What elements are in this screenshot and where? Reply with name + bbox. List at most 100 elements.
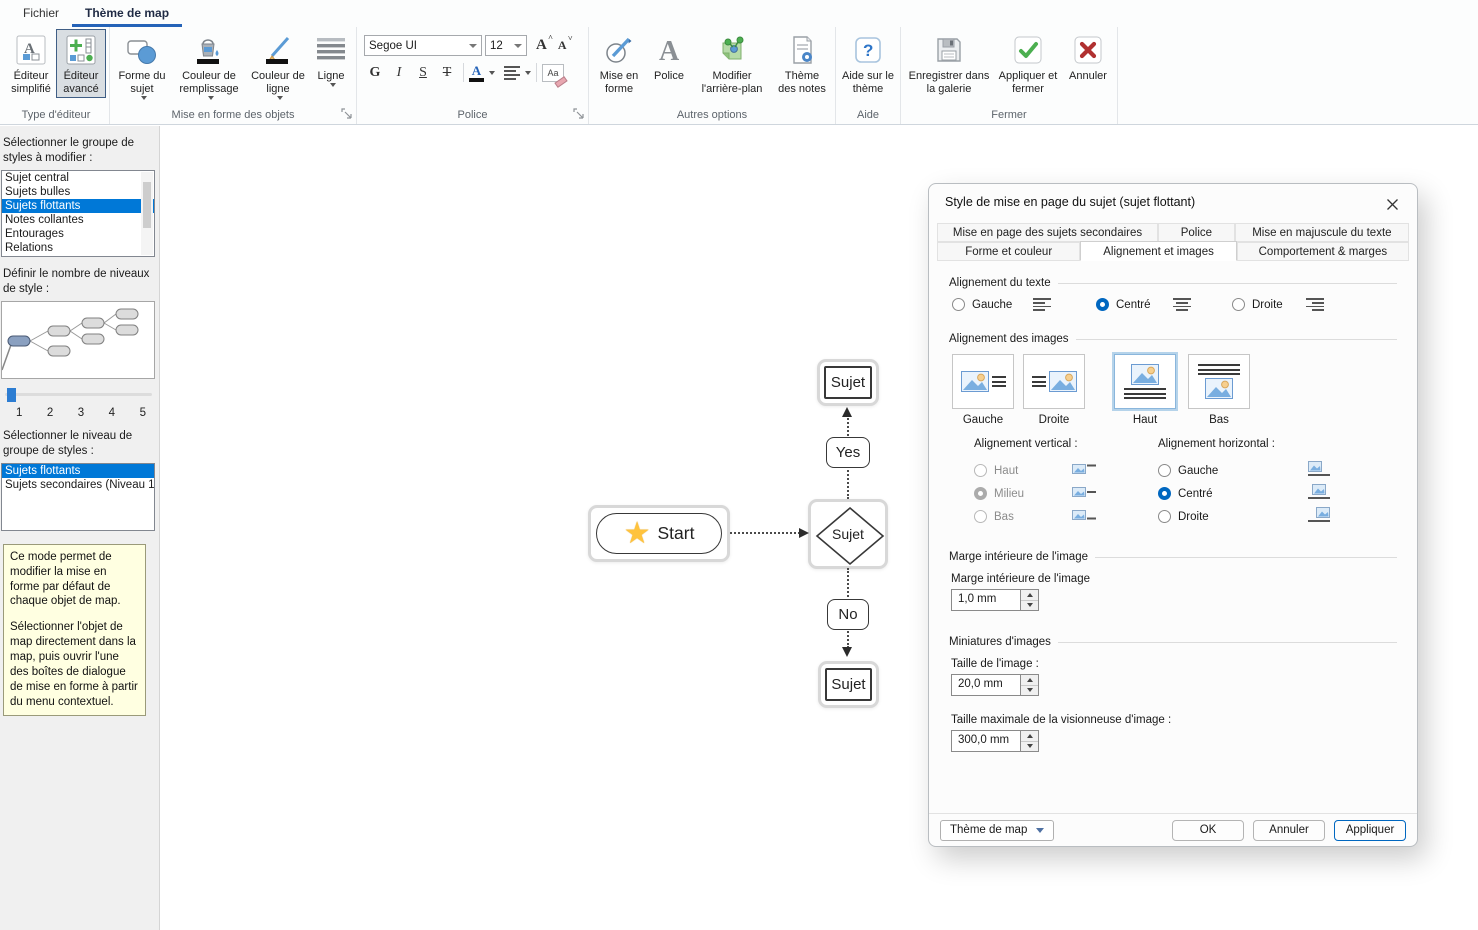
slider-thumb[interactable] [7, 388, 16, 402]
scrollbar-thumb[interactable] [143, 182, 151, 228]
radio-vertical-middle[interactable]: Milieu [974, 482, 1134, 505]
editor-advanced-button[interactable]: Éditeur avancé [56, 29, 106, 98]
callout-yes[interactable]: Yes [826, 437, 870, 468]
image-align-right-option[interactable]: Droite [1022, 354, 1086, 426]
radio-icon-disabled-checked[interactable] [974, 487, 987, 500]
cancel-button[interactable]: Annuler [1253, 820, 1325, 841]
list-item-selected[interactable]: Sujets flottants [2, 464, 154, 478]
list-item-selected[interactable]: Sujets flottants [2, 199, 154, 213]
tab-theme-de-map[interactable]: Thème de map [72, 0, 182, 27]
apply-close-button[interactable]: Appliquer et fermer [994, 29, 1062, 98]
format-button[interactable]: Mise en forme [592, 29, 646, 98]
spin-down-button[interactable] [1021, 601, 1038, 611]
ok-button[interactable]: OK [1172, 820, 1244, 841]
scrollbar[interactable] [141, 172, 153, 255]
image-align-right-button[interactable] [1023, 354, 1085, 409]
list-item[interactable]: Sujets bulles [2, 185, 154, 199]
image-margin-spinner[interactable]: 1,0 mm [951, 589, 1039, 611]
strikethrough-button[interactable]: T [436, 62, 458, 83]
spin-up-button[interactable] [1021, 675, 1038, 686]
notes-theme-button[interactable]: Thème des notes [772, 29, 832, 98]
tab-capitalization[interactable]: Mise en majuscule du texte [1235, 223, 1409, 242]
radio-icon-disabled[interactable] [974, 510, 987, 523]
line-button[interactable]: Ligne [309, 29, 353, 89]
font-size-combobox[interactable]: 12 [485, 35, 527, 56]
list-item[interactable]: Notes collantes [2, 213, 154, 227]
radio-vertical-bottom[interactable]: Bas [974, 505, 1134, 528]
clear-formatting-button[interactable]: Aa [542, 64, 564, 82]
radio-icon[interactable] [952, 298, 965, 311]
shrink-font-button[interactable]: A˅ [558, 38, 567, 53]
radio-text-align-center[interactable]: Centré [1096, 298, 1232, 311]
list-item[interactable]: Sujet central [2, 171, 154, 185]
tab-shape-color[interactable]: Forme et couleur [937, 242, 1080, 261]
tab-behavior-margins[interactable]: Comportement & marges [1237, 242, 1409, 261]
connector-start-decision[interactable] [730, 532, 800, 534]
topic-node-bottom[interactable]: Sujet [818, 661, 879, 708]
text-align-button[interactable] [504, 66, 520, 80]
topic-node-top[interactable]: Sujet [817, 359, 879, 406]
radio-vertical-top[interactable]: Haut [974, 459, 1134, 482]
viewer-max-size-spinner[interactable]: 300,0 mm [951, 730, 1039, 752]
underline-button[interactable]: S [412, 62, 434, 83]
radio-icon-disabled[interactable] [974, 464, 987, 477]
image-align-left-option[interactable]: Gauche [951, 354, 1015, 426]
spin-up-button[interactable] [1021, 590, 1038, 601]
list-item[interactable]: Relations [2, 241, 154, 255]
theme-de-map-dropdown[interactable]: Thème de map [940, 820, 1054, 841]
background-button[interactable]: Modifier l'arrière-plan [692, 29, 772, 98]
spinner-value[interactable]: 300,0 mm [951, 730, 1021, 752]
start-node[interactable]: ★ Start [588, 505, 730, 562]
save-gallery-button[interactable]: Enregistrer dans la galerie [904, 29, 994, 98]
style-group-listbox[interactable]: Sujet central Sujets bulles Sujets flott… [1, 170, 155, 257]
tab-police[interactable]: Police [1158, 223, 1235, 242]
image-align-left-button[interactable] [952, 354, 1014, 409]
cancel-button[interactable]: Annuler [1062, 29, 1114, 85]
radio-icon[interactable] [1232, 298, 1245, 311]
image-align-bottom-option[interactable]: Bas [1187, 354, 1251, 426]
spinner-value[interactable]: 1,0 mm [951, 589, 1021, 611]
slider-track[interactable] [5, 393, 152, 396]
spinner-value[interactable]: 20,0 mm [951, 674, 1021, 696]
spin-down-button[interactable] [1021, 686, 1038, 696]
image-align-top-option[interactable]: Haut [1113, 354, 1177, 426]
radio-icon-checked[interactable] [1158, 487, 1171, 500]
dialog-launcher-icon[interactable] [341, 108, 353, 120]
image-size-spinner[interactable]: 20,0 mm [951, 674, 1039, 696]
grow-font-button[interactable]: A˄ [536, 37, 547, 54]
font-color-button[interactable]: A [469, 64, 484, 82]
bold-button[interactable]: G [364, 62, 386, 83]
radio-horizontal-right[interactable]: Droite [1158, 505, 1368, 528]
radio-icon-checked[interactable] [1096, 298, 1109, 311]
list-item[interactable]: Entourages [2, 227, 154, 241]
level-group-listbox[interactable]: Sujets flottants Sujets secondaires (Niv… [1, 463, 155, 531]
radio-text-align-left[interactable]: Gauche [952, 298, 1096, 311]
topic-shape-button[interactable]: Forme du sujet [113, 29, 171, 102]
callout-no[interactable]: No [827, 599, 869, 630]
radio-horizontal-center[interactable]: Centré [1158, 482, 1368, 505]
tab-fichier[interactable]: Fichier [10, 0, 72, 27]
level-slider[interactable] [5, 388, 152, 402]
dialog-launcher-icon[interactable] [573, 108, 585, 120]
radio-icon[interactable] [1158, 464, 1171, 477]
line-color-button[interactable]: Couleur de ligne [247, 29, 309, 102]
italic-button[interactable]: I [388, 62, 410, 83]
radio-icon[interactable] [1158, 510, 1171, 523]
tab-subtopics-layout[interactable]: Mise en page des sujets secondaires [937, 223, 1158, 242]
apply-button[interactable]: Appliquer [1334, 820, 1406, 841]
list-item[interactable]: Sujets secondaires (Niveau 1 + [2, 478, 154, 492]
tab-alignment-images[interactable]: Alignement et images [1080, 241, 1236, 261]
decision-node[interactable]: Sujet [808, 499, 888, 569]
theme-help-button[interactable]: ? Aide sur le thème [839, 29, 897, 98]
spin-up-button[interactable] [1021, 731, 1038, 742]
close-icon[interactable] [1381, 193, 1403, 215]
radio-horizontal-left[interactable]: Gauche [1158, 459, 1368, 482]
spin-down-button[interactable] [1021, 742, 1038, 752]
editor-simplified-button[interactable]: A Éditeur simplifié [6, 29, 56, 98]
image-align-top-button-selected[interactable] [1114, 354, 1176, 409]
police-button[interactable]: A Police [646, 29, 692, 85]
font-name-combobox[interactable]: Segoe UI [364, 35, 482, 56]
image-align-bottom-button[interactable] [1188, 354, 1250, 409]
radio-text-align-right[interactable]: Droite [1232, 298, 1324, 311]
fill-color-button[interactable]: Couleur de remplissage [171, 29, 247, 102]
